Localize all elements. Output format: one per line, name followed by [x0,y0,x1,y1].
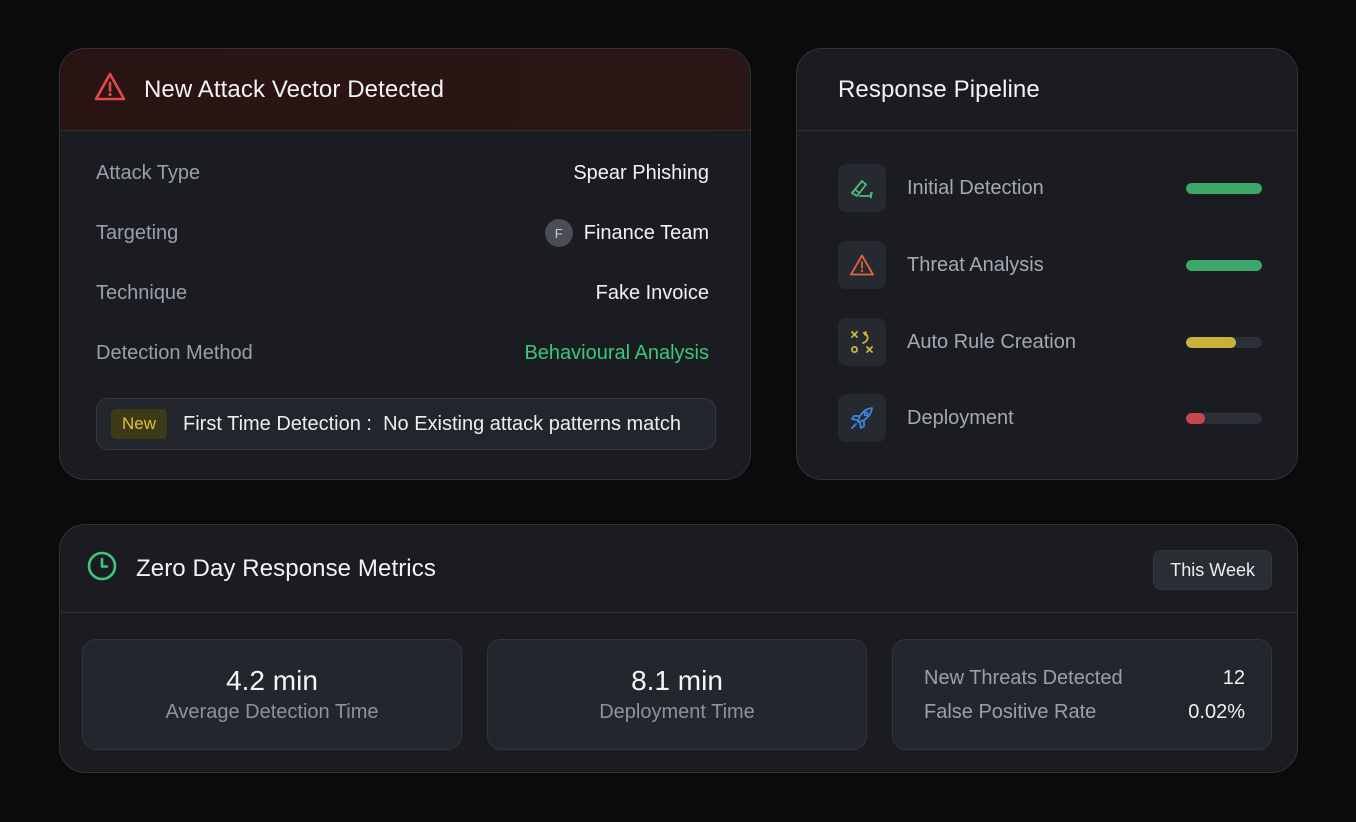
alert-triangle-icon [94,72,126,107]
targeting-row: Targeting F Finance Team [96,203,709,263]
deployment-value: 8.1 min [631,665,723,696]
metrics-card-title: Zero Day Response Metrics [136,554,436,582]
targeting-team: Finance Team [583,221,709,244]
notice-text: First Time Detection : No Existing attac… [183,412,681,435]
attack-vector-card: New Attack Vector Detected Attack Type S… [59,48,751,480]
avg-detection-value: 4.2 min [226,665,318,696]
deployment-label: Deployment Time [599,701,755,723]
attack-card-header: New Attack Vector Detected [60,49,750,131]
step-label: Deployment [907,406,1014,429]
rocket-icon [838,394,886,442]
new-threats-value: 12 [1222,666,1245,689]
strategy-icon [838,318,886,366]
targeting-label: Targeting [96,221,179,244]
technique-row: Technique Fake Invoice [96,263,709,323]
detection-icon [838,164,886,212]
avatar: F [544,219,573,247]
response-pipeline-card: Response Pipeline Initial Detection Thre… [796,48,1298,480]
clock-icon [86,550,118,587]
false-positive-row: False Positive Rate 0.02% [893,695,1271,729]
zero-day-metrics-card: Zero Day Response Metrics This Week 4.2 … [59,524,1298,773]
avg-detection-metric: 4.2 min Average Detection Time [82,639,462,750]
attack-type-row: Attack Type Spear Phishing [96,143,709,203]
attack-card-title: New Attack Vector Detected [144,75,445,103]
pipeline-step-initial-detection[interactable]: Initial Detection [838,164,1262,212]
step-label: Threat Analysis [907,253,1044,276]
pipeline-step-deployment[interactable]: Deployment [838,394,1262,442]
deployment-metric: 8.1 min Deployment Time [487,639,867,750]
warning-icon [838,241,886,289]
technique-value: Fake Invoice [595,281,709,304]
pipeline-card-header: Response Pipeline [797,49,1297,131]
false-positive-value: 0.02% [1188,700,1245,723]
time-range-button[interactable]: This Week [1153,550,1272,590]
step-label: Initial Detection [907,176,1044,199]
detection-method-row: Detection Method Behavioural Analysis [96,323,709,383]
avg-detection-label: Average Detection Time [165,701,379,723]
step-progress-bar [1186,336,1262,348]
detection-method-label: Detection Method [96,341,253,364]
technique-label: Technique [96,281,188,304]
targeting-value: F Finance Team [544,219,709,247]
pipeline-step-auto-rule-creation[interactable]: Auto Rule Creation [838,318,1262,366]
step-label: Auto Rule Creation [907,330,1076,353]
first-detection-notice: New First Time Detection : No Existing a… [96,398,716,450]
step-progress-bar [1186,182,1262,194]
new-threats-row: New Threats Detected 12 [893,661,1271,695]
pipeline-step-threat-analysis[interactable]: Threat Analysis [838,241,1262,289]
metrics-card-header: Zero Day Response Metrics This Week [60,525,1297,613]
threat-stats-metric: New Threats Detected 12 False Positive R… [892,639,1272,750]
new-threats-label: New Threats Detected [924,666,1123,689]
step-progress-bar [1186,412,1262,424]
step-progress-bar [1186,259,1262,271]
attack-type-value: Spear Phishing [573,161,709,184]
attack-type-label: Attack Type [96,161,201,184]
new-badge: New [111,409,168,439]
detection-method-value: Behavioural Analysis [524,341,709,364]
pipeline-card-title: Response Pipeline [838,75,1040,103]
false-positive-label: False Positive Rate [924,700,1097,723]
